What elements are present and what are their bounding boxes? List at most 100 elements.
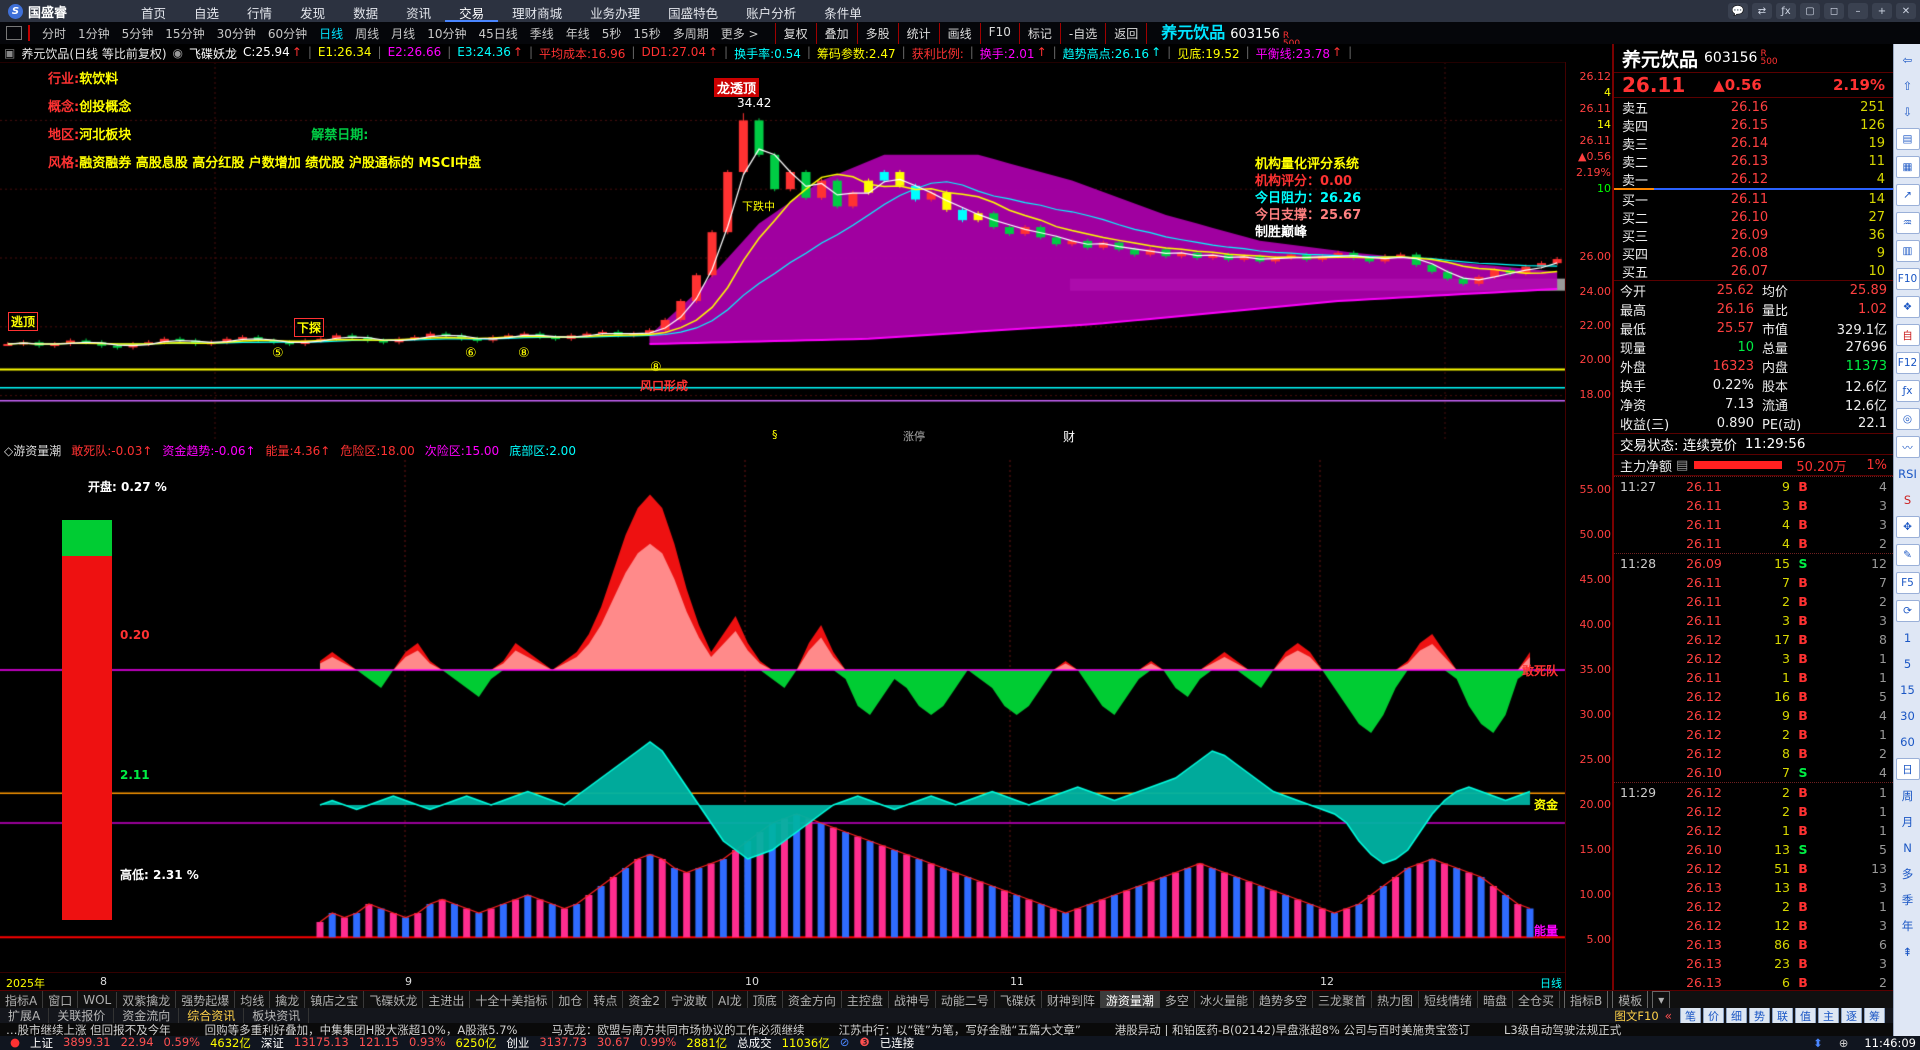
sell-row-2[interactable]: 卖二 26.13 11 [1614,152,1893,171]
indicator-tab-均线[interactable]: 均线 [235,991,271,1009]
tick-row[interactable]: 26.12 2 B 1 [1614,725,1893,744]
window-button-6[interactable]: + [1872,3,1892,19]
news-item-4[interactable]: 港股异动 | 和铂医药-B(02142)早盘涨超8% 公司与百时美施贵宝签订 [1115,1023,1470,1036]
menu-交易[interactable]: 交易 [445,0,499,22]
indicator-tab-财神到阵[interactable]: 财神到阵 [1042,991,1101,1009]
tick-row[interactable]: 26.12 2 B 1 [1614,802,1893,821]
indicator-tab-游资量潮[interactable]: 游资量潮 [1100,991,1160,1009]
news-item-5[interactable]: L3级自动驾驶法规正式 [1504,1023,1621,1036]
indicator-tab-擒龙[interactable]: 擒龙 [270,991,306,1009]
indicator-tab-冰火量能[interactable]: 冰火量能 [1195,991,1254,1009]
mini-tab-势[interactable]: 势 [1749,1008,1770,1023]
right-tool-S[interactable]: S [1897,490,1919,510]
right-tool-▦[interactable]: ▦ [1895,156,1920,178]
page-arrow-icon[interactable]: « [1665,1009,1672,1023]
tick-row[interactable]: 26.12 16 B 5 [1614,687,1893,706]
indicator-tab-短线情绪[interactable]: 短线情绪 [1419,991,1479,1009]
tick-row[interactable]: 11:28 26.09 15 S 12 [1614,553,1893,573]
right-tool-⇦[interactable]: ⇦ [1897,50,1919,70]
tick-row[interactable]: 26.12 8 B 2 [1614,744,1893,763]
right-tool-30[interactable]: 30 [1897,706,1919,726]
extension-tab-关联报价[interactable]: 关联报价 [49,1008,115,1023]
tick-row[interactable]: 26.12 1 B 1 [1614,821,1893,840]
action-tab--自选[interactable]: -自选 [1059,22,1105,44]
right-tool-自[interactable]: 自 [1895,324,1920,346]
right-tool-月[interactable]: 月 [1897,812,1919,832]
window-button-3[interactable]: ▢ [1800,3,1820,19]
tick-row[interactable]: 26.13 23 B 3 [1614,954,1893,973]
menu-国盛特色[interactable]: 国盛特色 [654,0,732,22]
right-tool-60[interactable]: 60 [1897,732,1919,752]
sell-row-5[interactable]: 卖五 26.16 251 [1614,98,1893,117]
action-tab-复权[interactable]: 复权 [774,22,816,44]
menu-首页[interactable]: 首页 [127,0,180,22]
action-tab-多股[interactable]: 多股 [856,22,898,44]
period-tab-更多 >[interactable]: 更多 > [715,23,765,44]
indicator-tab-趋势多空[interactable]: 趋势多空 [1254,991,1313,1009]
tick-row[interactable]: 26.11 1 B 1 [1614,668,1893,687]
indicator-tab-多空[interactable]: 多空 [1160,991,1195,1009]
right-tool-◎[interactable]: ◎ [1895,408,1920,430]
period-tab-30分钟[interactable]: 30分钟 [211,23,262,44]
window-button-7[interactable]: ✕ [1896,3,1916,19]
right-tool-1[interactable]: 1 [1897,628,1919,648]
buy-row-1[interactable]: 买一 26.11 14 [1614,190,1893,209]
sell-row-4[interactable]: 卖四 26.15 126 [1614,116,1893,135]
period-tab-5秒[interactable]: 5秒 [596,23,628,44]
right-tool-15[interactable]: 15 [1897,680,1919,700]
right-tool-N[interactable]: N [1897,838,1919,858]
tick-row[interactable]: 26.12 17 B 8 [1614,630,1893,649]
tick-row[interactable]: 26.13 13 B 3 [1614,878,1893,897]
period-tab-多周期[interactable]: 多周期 [667,23,715,44]
indicator-tab-全仓买[interactable]: 全仓买 [1513,991,1561,1009]
menu-发现[interactable]: 发现 [286,0,339,22]
indicator-tab-镇店之宝[interactable]: 镇店之宝 [305,991,365,1009]
status-right-1[interactable]: ⊕ [1839,1036,1849,1050]
tick-row[interactable]: 26.11 2 B 2 [1614,592,1893,611]
indicator-tab-WOL[interactable]: WOL [78,992,118,1008]
tick-row[interactable]: 26.12 9 B 4 [1614,706,1893,725]
tick-row[interactable]: 26.11 3 B 3 [1614,496,1893,515]
status-right-0[interactable]: ⬍ [1813,1036,1823,1050]
period-tab-日线[interactable]: 日线 [313,23,349,44]
period-tab-15分钟[interactable]: 15分钟 [159,23,210,44]
right-tool-❖[interactable]: ❖ [1895,296,1920,318]
tick-row[interactable]: 26.12 12 B 3 [1614,916,1893,935]
right-tool-▥[interactable]: ▥ [1895,240,1920,262]
right-tool-♒[interactable]: ♒ [1895,212,1920,234]
menu-业务办理[interactable]: 业务办理 [576,0,654,22]
right-tool-季[interactable]: 季 [1897,890,1919,910]
action-tab-F10[interactable]: F10 [979,22,1019,44]
mini-tab-筹[interactable]: 筹 [1864,1008,1885,1023]
indicator-tab-战神号[interactable]: 战神号 [889,991,936,1009]
right-tool-✥[interactable]: ✥ [1895,516,1920,538]
period-tab-5分钟[interactable]: 5分钟 [116,23,160,44]
tick-list[interactable]: 11:27 26.11 9 B 4 26.11 3 B 3 26.11 4 B 3 26.11 4 B 2 11:… [1614,476,1893,992]
mini-tab-值[interactable]: 值 [1795,1008,1816,1023]
period-tab-月线[interactable]: 月线 [385,23,421,44]
menu-条件单[interactable]: 条件单 [810,0,876,22]
indicator-tab-模板[interactable]: 模板 [1612,991,1649,1009]
right-tool-5[interactable]: 5 [1897,654,1919,674]
window-button-1[interactable]: ⇄ [1752,3,1772,19]
mini-tab-笔[interactable]: 笔 [1680,1008,1701,1023]
right-tool-ƒx[interactable]: ƒx [1895,380,1920,402]
mini-tab-价[interactable]: 价 [1703,1008,1724,1023]
indicator-tab-强势起爆[interactable]: 强势起爆 [176,991,236,1009]
indicator-tab-主控盘[interactable]: 主控盘 [842,991,889,1009]
extension-tab-扩展A[interactable]: 扩展A [0,1008,50,1023]
indicator-tab-▾[interactable]: ▾ [1652,991,1671,1009]
right-tool-⇩[interactable]: ⇩ [1897,102,1919,122]
indicator-tab-宁波敢[interactable]: 宁波敢 [666,991,714,1009]
indicator-tab-主进出[interactable]: 主进出 [423,991,471,1009]
list-icon[interactable]: ▤ [1676,458,1688,473]
window-button-2[interactable]: ƒx [1776,3,1796,19]
mini-tab-联[interactable]: 联 [1772,1008,1793,1023]
right-tool-▤[interactable]: ▤ [1895,128,1920,150]
indicator-tab-AI龙[interactable]: AI龙 [713,991,748,1009]
period-tab-分时[interactable]: 分时 [36,23,72,44]
period-tab-周线[interactable]: 周线 [349,23,385,44]
f10-link[interactable]: 图文F10 [1614,1008,1658,1023]
layout-icon[interactable] [6,26,22,40]
tick-row[interactable]: 26.11 3 B 3 [1614,611,1893,630]
